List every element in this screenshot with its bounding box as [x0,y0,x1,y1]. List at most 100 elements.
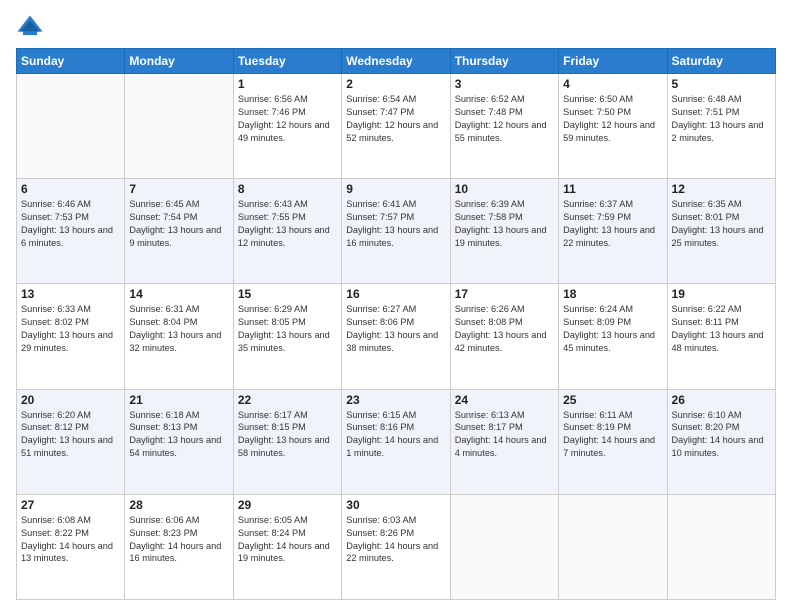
day-number: 25 [563,393,662,407]
calendar-cell: 26 Sunrise: 6:10 AM Sunset: 8:20 PM Dayli… [667,389,775,494]
calendar-cell [17,74,125,179]
day-number: 18 [563,287,662,301]
calendar-cell: 4 Sunrise: 6:50 AM Sunset: 7:50 PM Daylig… [559,74,667,179]
header [16,12,776,40]
week-row-3: 13 Sunrise: 6:33 AM Sunset: 8:02 PM Dayli… [17,284,776,389]
day-number: 21 [129,393,228,407]
calendar-cell: 3 Sunrise: 6:52 AM Sunset: 7:48 PM Daylig… [450,74,558,179]
day-number: 29 [238,498,337,512]
calendar-cell: 16 Sunrise: 6:27 AM Sunset: 8:06 PM Dayli… [342,284,450,389]
calendar-cell [559,494,667,599]
day-number: 2 [346,77,445,91]
calendar-cell: 19 Sunrise: 6:22 AM Sunset: 8:11 PM Dayli… [667,284,775,389]
day-info: Sunrise: 6:18 AM Sunset: 8:13 PM Dayligh… [129,409,228,461]
calendar-cell [667,494,775,599]
day-info: Sunrise: 6:03 AM Sunset: 8:26 PM Dayligh… [346,514,445,566]
day-number: 16 [346,287,445,301]
calendar-cell: 25 Sunrise: 6:11 AM Sunset: 8:19 PM Dayli… [559,389,667,494]
calendar-cell: 2Sunrise: 6:54 AM Sunset: 7:47 PM Daylig… [342,74,450,179]
day-info: Sunrise: 6:13 AM Sunset: 8:17 PM Dayligh… [455,409,554,461]
day-number: 3 [455,77,554,91]
day-number: 14 [129,287,228,301]
day-info: Sunrise: 6:05 AM Sunset: 8:24 PM Dayligh… [238,514,337,566]
weekday-tuesday: Tuesday [233,49,341,74]
calendar-cell: 17 Sunrise: 6:26 AM Sunset: 8:08 PM Dayli… [450,284,558,389]
day-info: Sunrise: 6:37 AM Sunset: 7:59 PM Dayligh… [563,198,662,250]
calendar-cell: 29 Sunrise: 6:05 AM Sunset: 8:24 PM Dayli… [233,494,341,599]
day-number: 17 [455,287,554,301]
day-info: Sunrise: 6:46 AM Sunset: 7:53 PM Dayligh… [21,198,120,250]
calendar-table: SundayMondayTuesdayWednesdayThursdayFrid… [16,48,776,600]
calendar-cell: 9 Sunrise: 6:41 AM Sunset: 7:57 PM Daylig… [342,179,450,284]
day-number: 23 [346,393,445,407]
weekday-header-row: SundayMondayTuesdayWednesdayThursdayFrid… [17,49,776,74]
day-info: Sunrise: 6:43 AM Sunset: 7:55 PM Dayligh… [238,198,337,250]
logo-icon [16,12,44,40]
calendar-cell: 12 Sunrise: 6:35 AM Sunset: 8:01 PM Dayli… [667,179,775,284]
day-number: 8 [238,182,337,196]
calendar-cell: 10 Sunrise: 6:39 AM Sunset: 7:58 PM Dayli… [450,179,558,284]
week-row-2: 6 Sunrise: 6:46 AM Sunset: 7:53 PM Daylig… [17,179,776,284]
day-number: 1 [238,77,337,91]
day-info: Sunrise: 6:08 AM Sunset: 8:22 PM Dayligh… [21,514,120,566]
day-number: 4 [563,77,662,91]
day-number: 24 [455,393,554,407]
day-number: 20 [21,393,120,407]
day-info: Sunrise: 6:35 AM Sunset: 8:01 PM Dayligh… [672,198,771,250]
day-info: Sunrise: 6:11 AM Sunset: 8:19 PM Dayligh… [563,409,662,461]
calendar-cell: 8 Sunrise: 6:43 AM Sunset: 7:55 PM Daylig… [233,179,341,284]
day-number: 9 [346,182,445,196]
calendar-cell: 24 Sunrise: 6:13 AM Sunset: 8:17 PM Dayli… [450,389,558,494]
calendar-cell: 7 Sunrise: 6:45 AM Sunset: 7:54 PM Daylig… [125,179,233,284]
calendar-cell: 18Sunrise: 6:24 AM Sunset: 8:09 PM Dayli… [559,284,667,389]
weekday-monday: Monday [125,49,233,74]
weekday-friday: Friday [559,49,667,74]
calendar-cell [125,74,233,179]
day-number: 28 [129,498,228,512]
day-info: Sunrise: 6:45 AM Sunset: 7:54 PM Dayligh… [129,198,228,250]
day-number: 22 [238,393,337,407]
day-number: 10 [455,182,554,196]
calendar-cell: 21 Sunrise: 6:18 AM Sunset: 8:13 PM Dayli… [125,389,233,494]
day-info: Sunrise: 6:29 AM Sunset: 8:05 PM Dayligh… [238,303,337,355]
day-info: Sunrise: 6:27 AM Sunset: 8:06 PM Dayligh… [346,303,445,355]
day-info: Sunrise: 6:22 AM Sunset: 8:11 PM Dayligh… [672,303,771,355]
day-info: Sunrise: 6:48 AM Sunset: 7:51 PM Dayligh… [672,93,771,145]
calendar-cell: 14 Sunrise: 6:31 AM Sunset: 8:04 PM Dayli… [125,284,233,389]
day-number: 19 [672,287,771,301]
week-row-1: 1Sunrise: 6:56 AM Sunset: 7:46 PM Daylig… [17,74,776,179]
day-info: Sunrise: 6:31 AM Sunset: 8:04 PM Dayligh… [129,303,228,355]
day-info: Sunrise: 6:26 AM Sunset: 8:08 PM Dayligh… [455,303,554,355]
day-info: Sunrise: 6:41 AM Sunset: 7:57 PM Dayligh… [346,198,445,250]
calendar-cell: 22Sunrise: 6:17 AM Sunset: 8:15 PM Dayli… [233,389,341,494]
calendar-cell: 23 Sunrise: 6:15 AM Sunset: 8:16 PM Dayli… [342,389,450,494]
day-number: 15 [238,287,337,301]
page: SundayMondayTuesdayWednesdayThursdayFrid… [0,0,792,612]
day-number: 7 [129,182,228,196]
day-info: Sunrise: 6:52 AM Sunset: 7:48 PM Dayligh… [455,93,554,145]
calendar-cell [450,494,558,599]
calendar-cell: 13 Sunrise: 6:33 AM Sunset: 8:02 PM Dayli… [17,284,125,389]
day-number: 30 [346,498,445,512]
weekday-saturday: Saturday [667,49,775,74]
day-info: Sunrise: 6:15 AM Sunset: 8:16 PM Dayligh… [346,409,445,461]
day-number: 13 [21,287,120,301]
day-number: 12 [672,182,771,196]
day-info: Sunrise: 6:20 AM Sunset: 8:12 PM Dayligh… [21,409,120,461]
day-info: Sunrise: 6:33 AM Sunset: 8:02 PM Dayligh… [21,303,120,355]
day-info: Sunrise: 6:39 AM Sunset: 7:58 PM Dayligh… [455,198,554,250]
calendar-cell: 11Sunrise: 6:37 AM Sunset: 7:59 PM Dayli… [559,179,667,284]
day-info: Sunrise: 6:50 AM Sunset: 7:50 PM Dayligh… [563,93,662,145]
day-info: Sunrise: 6:06 AM Sunset: 8:23 PM Dayligh… [129,514,228,566]
calendar-cell: 28 Sunrise: 6:06 AM Sunset: 8:23 PM Dayli… [125,494,233,599]
calendar-cell: 30 Sunrise: 6:03 AM Sunset: 8:26 PM Dayli… [342,494,450,599]
day-number: 26 [672,393,771,407]
calendar-cell: 15 Sunrise: 6:29 AM Sunset: 8:05 PM Dayli… [233,284,341,389]
day-number: 6 [21,182,120,196]
calendar-cell: 20 Sunrise: 6:20 AM Sunset: 8:12 PM Dayli… [17,389,125,494]
calendar-cell: 1Sunrise: 6:56 AM Sunset: 7:46 PM Daylig… [233,74,341,179]
day-number: 5 [672,77,771,91]
day-info: Sunrise: 6:10 AM Sunset: 8:20 PM Dayligh… [672,409,771,461]
week-row-5: 27Sunrise: 6:08 AM Sunset: 8:22 PM Dayli… [17,494,776,599]
weekday-sunday: Sunday [17,49,125,74]
